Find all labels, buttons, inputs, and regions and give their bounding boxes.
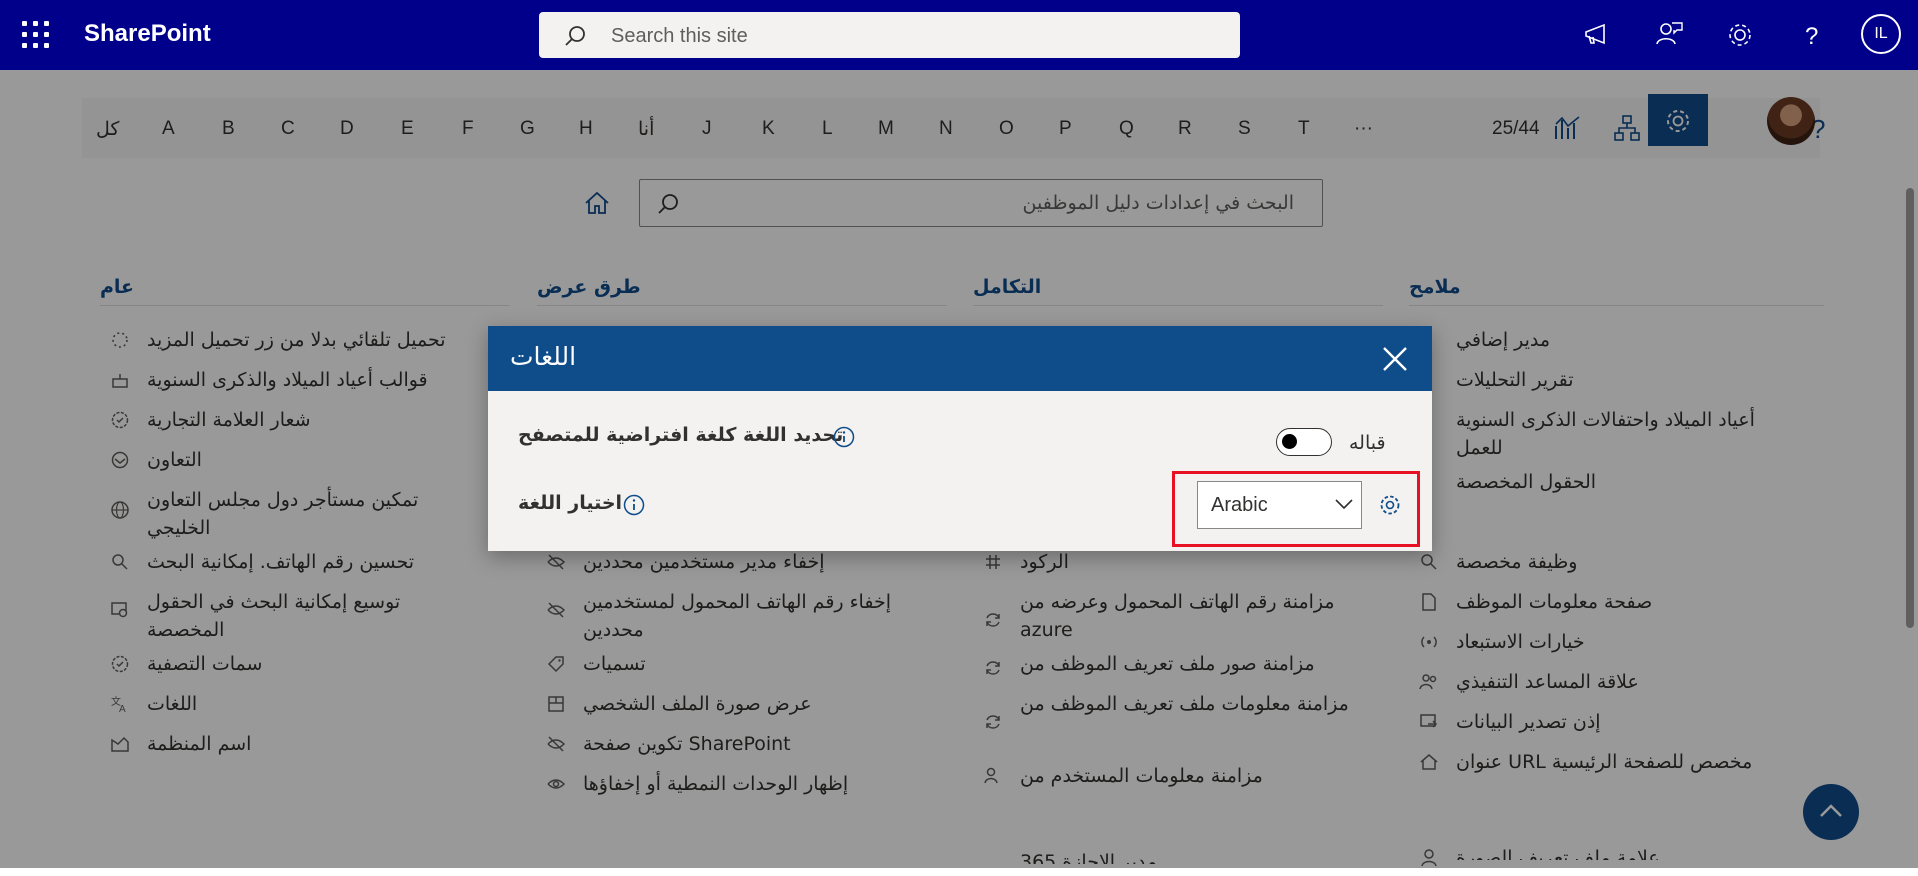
chevron-down-icon [1335, 499, 1353, 510]
default-browser-language-label: تحديد اللغة كلغة افتراضية للمتصفح [518, 424, 844, 446]
site-search-input[interactable] [609, 20, 1213, 52]
languages-dialog: اللغات تحديد اللغة كلغة افتراضية للمتصفح… [488, 326, 1432, 551]
site-search-box[interactable] [539, 12, 1240, 58]
language-dropdown-value: Arabic [1211, 494, 1268, 516]
app-title[interactable]: SharePoint [84, 20, 211, 48]
dialog-header: اللغات [488, 326, 1432, 391]
suite-bar: SharePoint ? IL [0, 0, 1918, 70]
toggle-knob [1282, 434, 1297, 449]
settings-gear-icon[interactable] [1723, 18, 1757, 52]
user-avatar[interactable]: IL [1861, 14, 1901, 54]
help-icon[interactable]: ? [1794, 18, 1828, 52]
info-icon[interactable] [833, 426, 855, 448]
megaphone-icon[interactable] [1580, 18, 1614, 52]
dialog-title: اللغات [510, 342, 577, 371]
info-icon[interactable] [623, 494, 645, 516]
gear-icon[interactable] [1378, 493, 1402, 517]
svg-text:?: ? [1805, 23, 1818, 50]
close-icon[interactable] [1380, 344, 1410, 374]
toggle-state-label: قباله [1349, 432, 1386, 454]
choose-language-label: اختيار اللغة [518, 492, 623, 514]
feedback-icon[interactable] [1652, 18, 1686, 52]
search-icon [565, 26, 585, 46]
default-language-toggle[interactable] [1276, 428, 1332, 456]
app-launcher-icon[interactable] [22, 21, 50, 49]
language-dropdown[interactable]: Arabic [1197, 481, 1362, 529]
